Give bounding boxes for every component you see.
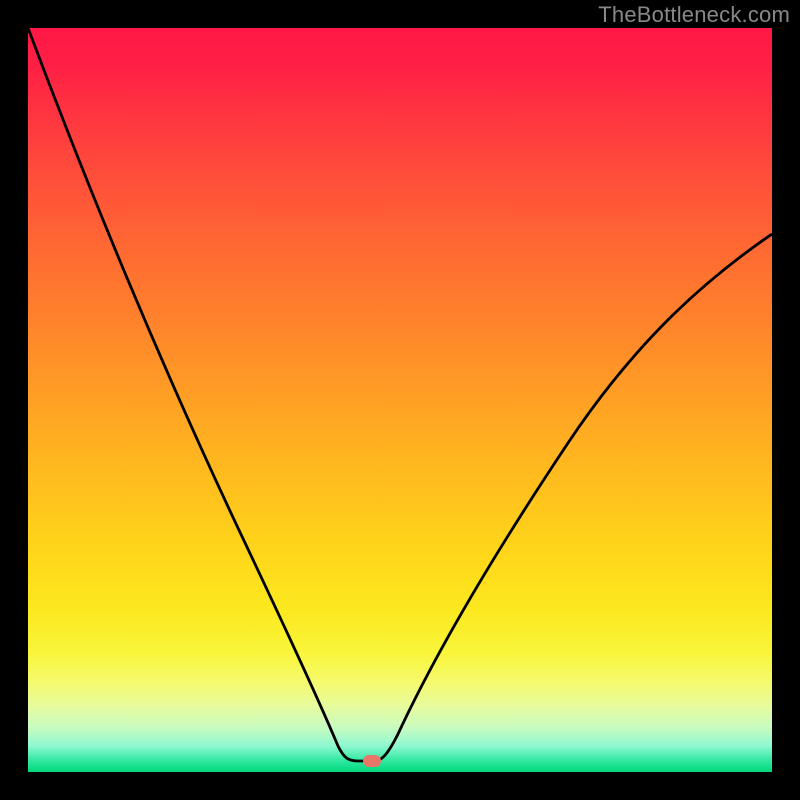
plot-area — [28, 28, 772, 772]
chart-frame: TheBottleneck.com — [0, 0, 800, 800]
watermark-text: TheBottleneck.com — [598, 2, 790, 28]
optimum-marker — [363, 755, 381, 767]
curve-svg — [28, 28, 772, 772]
bottleneck-curve — [28, 28, 772, 761]
